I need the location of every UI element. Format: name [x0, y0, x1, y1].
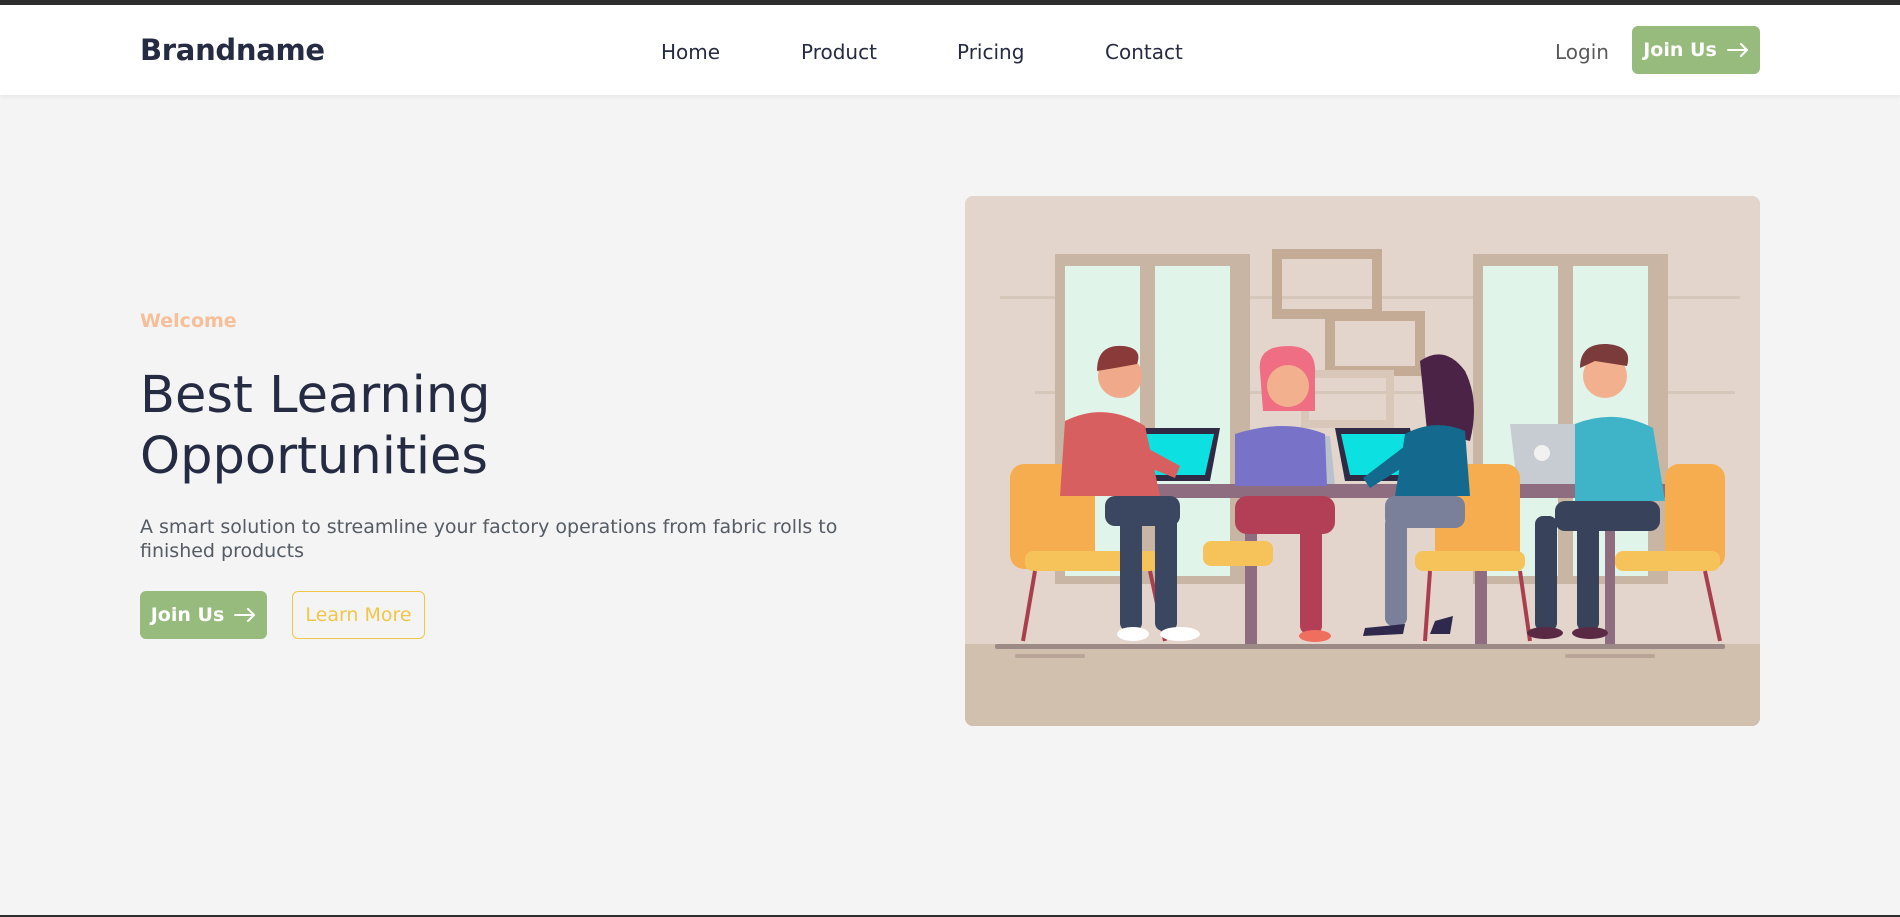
hero-join-button[interactable]: Join Us — [140, 591, 267, 639]
hero-join-label: Join Us — [150, 604, 225, 626]
hero-eyebrow: Welcome — [140, 310, 237, 332]
hero-title: Best Learning Opportunities — [140, 365, 740, 487]
nav-contact[interactable]: Contact — [1105, 40, 1183, 64]
learn-more-button[interactable]: Learn More — [292, 591, 425, 639]
login-link[interactable]: Login — [1555, 40, 1609, 64]
arrow-right-icon — [1726, 43, 1749, 57]
nav-product[interactable]: Product — [801, 40, 877, 64]
hero-description: A smart solution to streamline your fact… — [140, 516, 838, 562]
site-header: Brandname Home Product Pricing Contact L… — [0, 5, 1900, 95]
nav-pricing[interactable]: Pricing — [957, 40, 1024, 64]
hero-title-line-2: Opportunities — [140, 427, 488, 486]
hero-title-line-1: Best Learning — [140, 366, 491, 425]
brand-logo[interactable]: Brandname — [140, 33, 325, 67]
header-join-button[interactable]: Join Us — [1632, 26, 1760, 74]
arrow-right-icon — [234, 608, 256, 622]
header-join-label: Join Us — [1643, 39, 1717, 61]
team-meeting-illustration — [965, 196, 1760, 726]
illustration-graphic — [965, 196, 1760, 726]
learn-more-label: Learn More — [305, 604, 412, 626]
nav-home[interactable]: Home — [661, 40, 720, 64]
